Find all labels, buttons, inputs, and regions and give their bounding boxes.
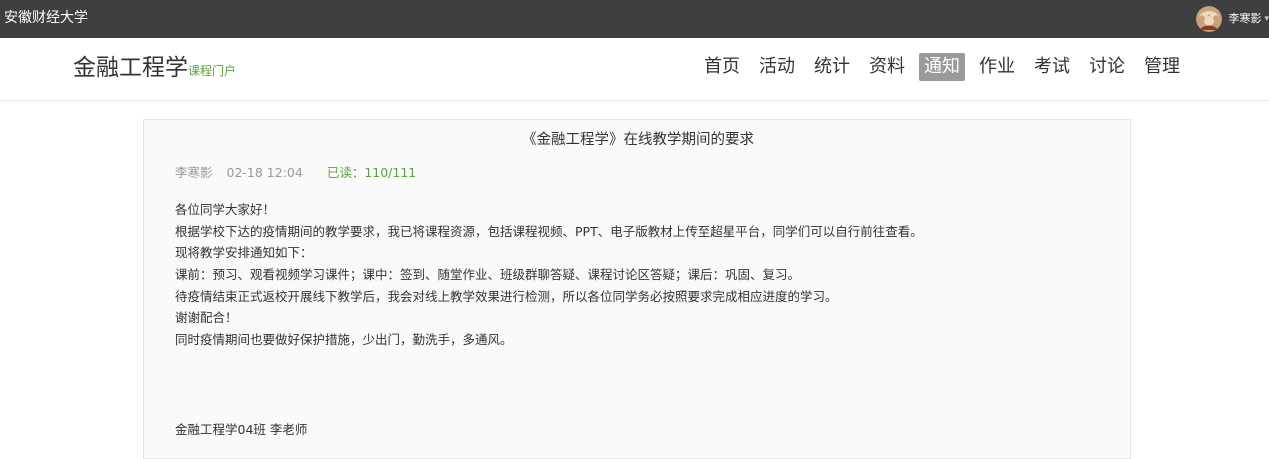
notice-body: 各位同学大家好！ 根据学校下达的疫情期间的教学要求，我已将课程资源，包括课程视频… xyxy=(175,199,923,351)
course-name: 金融工程学 xyxy=(73,55,188,81)
main-nav: 首页 活动 统计 资料 通知 作业 考试 讨论 管理 xyxy=(690,53,1185,81)
top-bar: 安徽财经大学 李寒影 ▾ xyxy=(0,0,1269,38)
notice-author: 李寒影 xyxy=(175,165,213,180)
nav-item-activities[interactable]: 活动 xyxy=(754,53,800,81)
course-title[interactable]: 金融工程学课程门户 xyxy=(73,52,236,87)
notice-line: 各位同学大家好！ xyxy=(175,202,276,217)
notice-meta: 李寒影 02-18 12:04 已读：110/111 xyxy=(175,164,416,182)
notice-line: 现将教学安排通知如下： xyxy=(175,245,313,261)
notice-line: 同时疫情期间也要做好保护措施，少出门，勤洗手，多通风。 xyxy=(175,332,513,348)
notice-line: 根据学校下达的疫情期间的教学要求，我已将课程资源，包括课程视频、PPT、电子版教… xyxy=(175,223,923,239)
chevron-down-icon[interactable]: ▾ xyxy=(1264,12,1269,26)
notice-line: 课前：预习、观看视频学习课件；课中：签到、随堂作业、班级群聊答疑、课程讨论区答疑… xyxy=(175,267,801,283)
notice-time: 02-18 12:04 xyxy=(226,165,303,180)
nav-item-materials[interactable]: 资料 xyxy=(864,53,910,81)
school-name[interactable]: 安徽财经大学 xyxy=(4,9,88,27)
notice-card: 《金融工程学》在线教学期间的要求 李寒影 02-18 12:04 已读：110/… xyxy=(143,119,1131,459)
nav-item-exams[interactable]: 考试 xyxy=(1029,53,1075,81)
notice-line: 待疫情结束正式返校开展线下教学后，我会对线上教学效果进行检测，所以各位同学务必按… xyxy=(175,288,838,304)
notice-title: 《金融工程学》在线教学期间的要求 xyxy=(522,132,754,148)
nav-item-notices[interactable]: 通知 xyxy=(919,53,965,81)
notice-signature: 金融工程学04班 李老师 xyxy=(175,422,308,437)
portal-label: 课程门户 xyxy=(188,64,237,78)
nav-item-homework[interactable]: 作业 xyxy=(974,53,1020,81)
nav-item-statistics[interactable]: 统计 xyxy=(809,53,855,81)
nav-item-manage[interactable]: 管理 xyxy=(1139,53,1185,81)
nav-item-discussion[interactable]: 讨论 xyxy=(1084,53,1130,81)
avatar[interactable] xyxy=(1196,6,1223,32)
course-header: 金融工程学课程门户 首页 活动 统计 资料 通知 作业 考试 讨论 管理 xyxy=(0,38,1269,101)
user-menu[interactable]: 李寒影 ▾ xyxy=(1196,4,1269,34)
notice-line: 谢谢配合！ xyxy=(175,310,238,326)
user-name[interactable]: 李寒影 xyxy=(1228,12,1261,26)
read-count[interactable]: 已读：110/111 xyxy=(327,165,416,180)
nav-item-home[interactable]: 首页 xyxy=(699,53,745,81)
